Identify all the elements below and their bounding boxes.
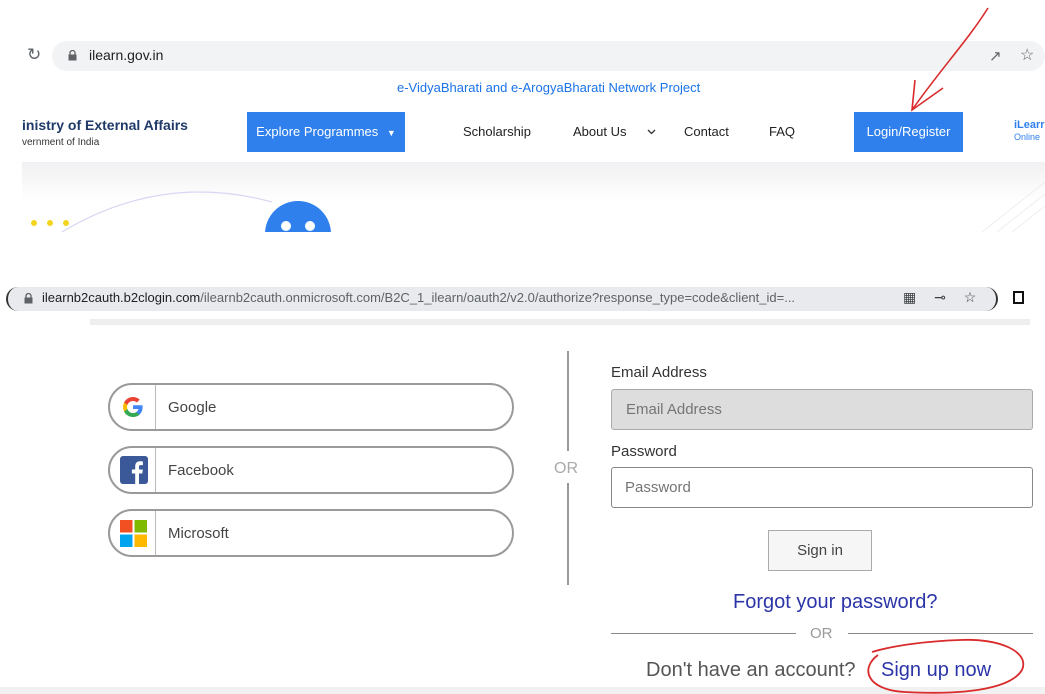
divider-or-label: OR: [554, 460, 578, 477]
ilearn-homepage-screenshot: ↻ ilearn.gov.in ↗ ☆ e-VidyaBharati and e…: [0, 0, 1045, 232]
apps-icon[interactable]: ▦: [903, 289, 916, 305]
email-label: Email Address: [611, 364, 707, 381]
nav-about-us[interactable]: About Us: [573, 124, 626, 140]
ministry-name: inistry of External Affairs: [22, 117, 188, 133]
chevron-down-icon[interactable]: [647, 129, 656, 135]
url-path: /ilearnb2cauth.onmicrosoft.com/B2C_1_ile…: [200, 290, 796, 305]
caret-down-icon: ▼: [386, 128, 396, 138]
facebook-login-button[interactable]: Facebook: [108, 446, 514, 494]
no-account-text: Don't have an account?: [646, 659, 856, 681]
lock-icon: [68, 50, 77, 61]
google-login-button[interactable]: Google: [108, 383, 514, 431]
microsoft-login-button[interactable]: Microsoft: [108, 509, 514, 557]
google-icon: [123, 397, 143, 417]
facebook-login-label: Facebook: [168, 462, 234, 479]
ilearn-brand: iLearr: [1014, 119, 1045, 131]
password-label: Password: [611, 443, 677, 460]
address-bar[interactable]: [52, 41, 1045, 71]
vertical-divider-top: [567, 351, 569, 451]
extension-icon[interactable]: [1013, 291, 1024, 304]
address-bar-icons: ▦ ⊸ ☆: [903, 289, 976, 306]
password-field[interactable]: [611, 467, 1033, 508]
government-name: vernment of India: [22, 137, 100, 148]
star-icon[interactable]: ☆: [1020, 45, 1034, 65]
ilearn-brand-subtitle: Online: [1014, 132, 1041, 142]
nav-contact[interactable]: Contact: [684, 124, 729, 140]
vertical-divider-bottom: [567, 483, 569, 585]
login-register-button[interactable]: Login/Register: [854, 112, 963, 152]
nav-faq[interactable]: FAQ: [769, 124, 795, 140]
or-divider-line-right: [848, 633, 1033, 634]
star-icon[interactable]: ☆: [964, 289, 977, 305]
project-banner: e-VidyaBharati and e-ArogyaBharati Netwo…: [22, 73, 1045, 103]
address-bar-url: ilearn.gov.in: [89, 47, 164, 63]
microsoft-login-label: Microsoft: [168, 525, 229, 542]
sign-up-link[interactable]: Sign up now: [881, 658, 991, 682]
forgot-password-link[interactable]: Forgot your password?: [733, 590, 938, 614]
facebook-icon: [120, 456, 148, 484]
lock-icon: [24, 293, 33, 304]
key-icon[interactable]: ⊸: [934, 289, 946, 305]
explore-programmes-label: Explore Programmes: [256, 124, 379, 139]
email-field[interactable]: [611, 389, 1033, 430]
or-divider-line-left: [611, 633, 796, 634]
explore-programmes-button[interactable]: Explore Programmes ▼: [247, 112, 405, 152]
project-banner-text: e-VidyaBharati and e-ArogyaBharati Netwo…: [397, 80, 701, 95]
page-top-divider: [90, 319, 1030, 325]
address-bar-url: ilearnb2cauth.b2clogin.com/ilearnb2cauth…: [42, 290, 795, 306]
or-divider-label: OR: [810, 625, 833, 642]
google-login-label: Google: [168, 399, 217, 416]
nav-scholarship[interactable]: Scholarship: [463, 124, 531, 140]
share-icon[interactable]: ↗: [989, 47, 1002, 65]
sign-in-button[interactable]: Sign in: [768, 530, 872, 571]
ilearn-login-screenshot: ilearnb2cauth.b2clogin.com/ilearnb2cauth…: [0, 283, 1045, 694]
hero-illustration: [31, 181, 1045, 232]
microsoft-icon: [120, 520, 147, 547]
url-domain: ilearnb2cauth.b2clogin.com: [42, 290, 201, 305]
page-bottom-strip: [0, 687, 1045, 694]
reload-icon[interactable]: ↻: [27, 45, 41, 65]
